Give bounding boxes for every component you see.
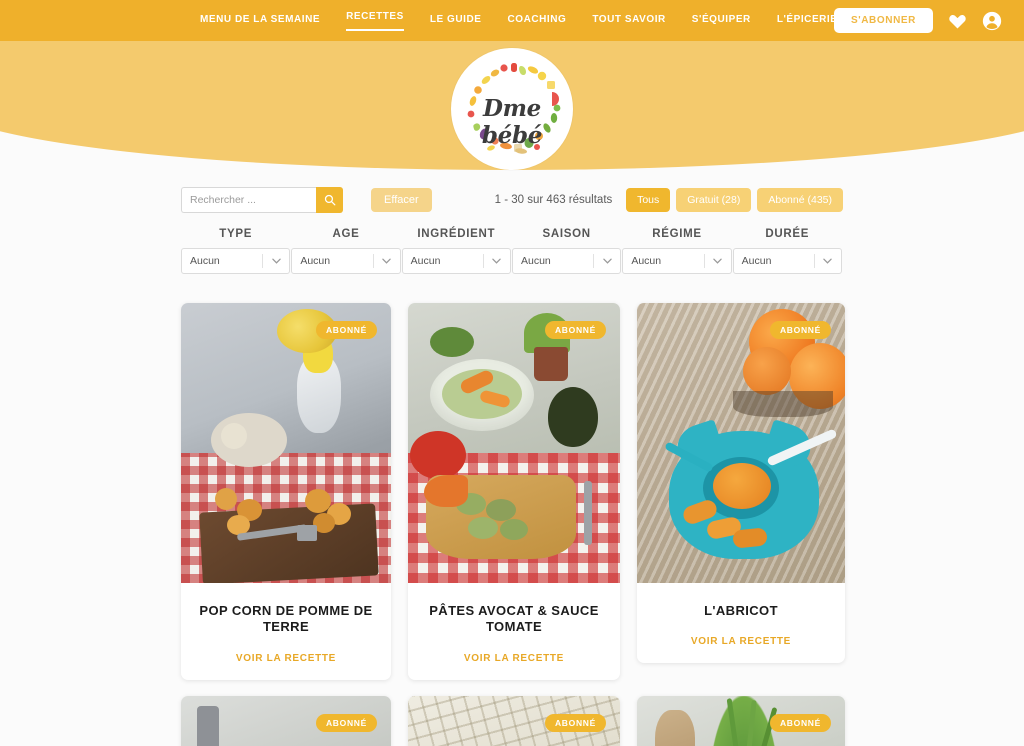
clear-filters-button[interactable]: Effacer [371,188,432,212]
recipe-title: L'ABRICOT [704,603,778,618]
filter-abonne-button[interactable]: Abonné (435) [757,188,843,212]
recipe-card[interactable]: ABONNÉ [637,695,845,746]
recipe-badge: ABONNÉ [544,713,606,732]
chevron-down-icon[interactable] [705,249,731,273]
search-button[interactable] [316,187,343,213]
recipe-card[interactable]: ABONNÉ [181,695,391,746]
recipe-photo: ABONNÉ [408,695,620,746]
results-count: 1 - 30 sur 463 résultats [494,194,613,206]
chevron-down-icon[interactable] [374,249,400,273]
filter-duree-select[interactable]: Aucun [732,248,842,274]
filter-saison: SAISON Aucun [511,228,622,274]
recipe-card[interactable]: ABONNÉ PÂTES AVOCAT & SAUCE TOMATE VOIR … [408,303,620,680]
filter-age: AGE Aucun [291,228,401,274]
filter-ingredient-label: INGRÉDIENT [417,228,496,240]
filter-age-value: Aucun [300,255,331,267]
heart-icon[interactable] [948,12,967,29]
recipe-badge: ABONNÉ [769,321,831,339]
recipe-row-1: ABONNÉ POP CORN DE POMME DE TERRE VOIR L… [181,303,845,680]
filter-age-select[interactable]: Aucun [291,248,401,274]
recipe-grid: ABONNÉ POP CORN DE POMME DE TERRE VOIR L… [0,303,1024,746]
recipe-badge: ABONNÉ [315,713,377,732]
filter-duree-value: Aucun [741,255,772,267]
recipe-badge: ABONNÉ [315,321,377,339]
recipe-photo: ABONNÉ [181,303,391,583]
top-navigation-bar: MENU DE LA SEMAINE RECETTES LE GUIDE COA… [0,0,1024,41]
recipe-badge: ABONNÉ [769,713,831,732]
search-icon [324,194,335,206]
main-nav: MENU DE LA SEMAINE RECETTES LE GUIDE COA… [200,11,837,31]
user-account-icon[interactable] [982,11,1002,31]
nav-item-recettes[interactable]: RECETTES [346,11,404,31]
filter-saison-value: Aucun [520,255,551,267]
chevron-down-icon[interactable] [484,249,510,273]
site-logo[interactable]: Dme bébé [451,48,573,170]
recipe-card[interactable]: ABONNÉ [408,695,620,746]
search-input[interactable] [181,187,316,213]
page-content: Effacer 1 - 30 sur 463 résultats Tous Gr… [0,180,1024,746]
filter-regime-value: Aucun [631,255,662,267]
access-filter-group: Tous Gratuit (28) Abonné (435) [626,188,843,212]
recipe-card-body: L'ABRICOT VOIR LA RECETTE [637,583,845,663]
nav-item-coaching[interactable]: COACHING [507,14,566,28]
filter-saison-label: SAISON [542,228,591,240]
recipe-badge: ABONNÉ [544,321,606,339]
filter-ingredient-select[interactable]: Aucun [401,248,511,274]
filter-regime-label: RÉGIME [652,228,702,240]
filter-gratuit-button[interactable]: Gratuit (28) [676,188,752,212]
filter-regime-select[interactable]: Aucun [622,248,732,274]
filter-ingredient: INGRÉDIENT Aucun [401,228,511,274]
nav-item-menu-de-la-semaine[interactable]: MENU DE LA SEMAINE [200,14,320,28]
nav-item-lepicerie[interactable]: L'ÉPICERIE [777,14,838,28]
recipe-link[interactable]: VOIR LA RECETTE [422,653,606,664]
recipe-link[interactable]: VOIR LA RECETTE [195,653,377,664]
filter-ingredient-value: Aucun [410,255,441,267]
filter-age-label: AGE [332,228,360,240]
recipe-card[interactable]: ABONNÉ POP CORN DE POMME DE TERRE VOIR L… [181,303,391,680]
search-group [181,187,343,213]
filter-regime: RÉGIME Aucun [622,228,732,274]
filter-tous-button[interactable]: Tous [626,188,671,212]
filter-saison-select[interactable]: Aucun [511,248,622,274]
nav-item-tout-savoir[interactable]: TOUT SAVOIR [592,14,665,28]
filter-duree: DURÉE Aucun [732,228,842,274]
subscribe-button[interactable]: S'ABONNER [833,8,933,33]
recipe-title: PÂTES AVOCAT & SAUCE TOMATE [429,603,599,635]
recipe-card-body: PÂTES AVOCAT & SAUCE TOMATE VOIR LA RECE… [408,583,620,680]
recipe-title: POP CORN DE POMME DE TERRE [199,603,373,635]
filter-type-select[interactable]: Aucun [181,248,291,274]
recipe-photo: ABONNÉ [181,695,391,746]
recipe-row-2: ABONNÉ ABONNÉ ABONNÉ [181,695,845,746]
filter-type-label: TYPE [219,228,253,240]
filter-type-value: Aucun [190,255,220,267]
header-actions: S'ABONNER [833,0,1002,41]
nav-item-le-guide[interactable]: LE GUIDE [430,14,482,28]
toolbar: Effacer 1 - 30 sur 463 résultats Tous Gr… [0,180,1024,220]
recipe-link[interactable]: VOIR LA RECETTE [651,636,831,647]
chevron-down-icon[interactable] [263,249,289,273]
filter-type: TYPE Aucun [181,228,291,274]
nav-item-sequiper[interactable]: S'ÉQUIPER [692,14,751,28]
filter-duree-label: DURÉE [765,228,810,240]
recipe-photo: ABONNÉ [408,303,620,583]
logo-wordmark: Dme bébé [481,95,543,149]
recipe-card[interactable]: ABONNÉ L'ABRICOT VOIR LA RECETTE [637,303,845,664]
chevron-down-icon[interactable] [815,249,841,273]
filters-row: TYPE Aucun AGE Aucun INGRÉDIENT Aucun SA… [0,228,1024,274]
recipe-card-body: POP CORN DE POMME DE TERRE VOIR LA RECET… [181,583,391,680]
recipe-photo: ABONNÉ [637,695,845,746]
chevron-down-icon[interactable] [594,249,620,273]
recipe-photo: ABONNÉ [637,303,845,583]
recipes-page: MENU DE LA SEMAINE RECETTES LE GUIDE COA… [0,0,1024,746]
